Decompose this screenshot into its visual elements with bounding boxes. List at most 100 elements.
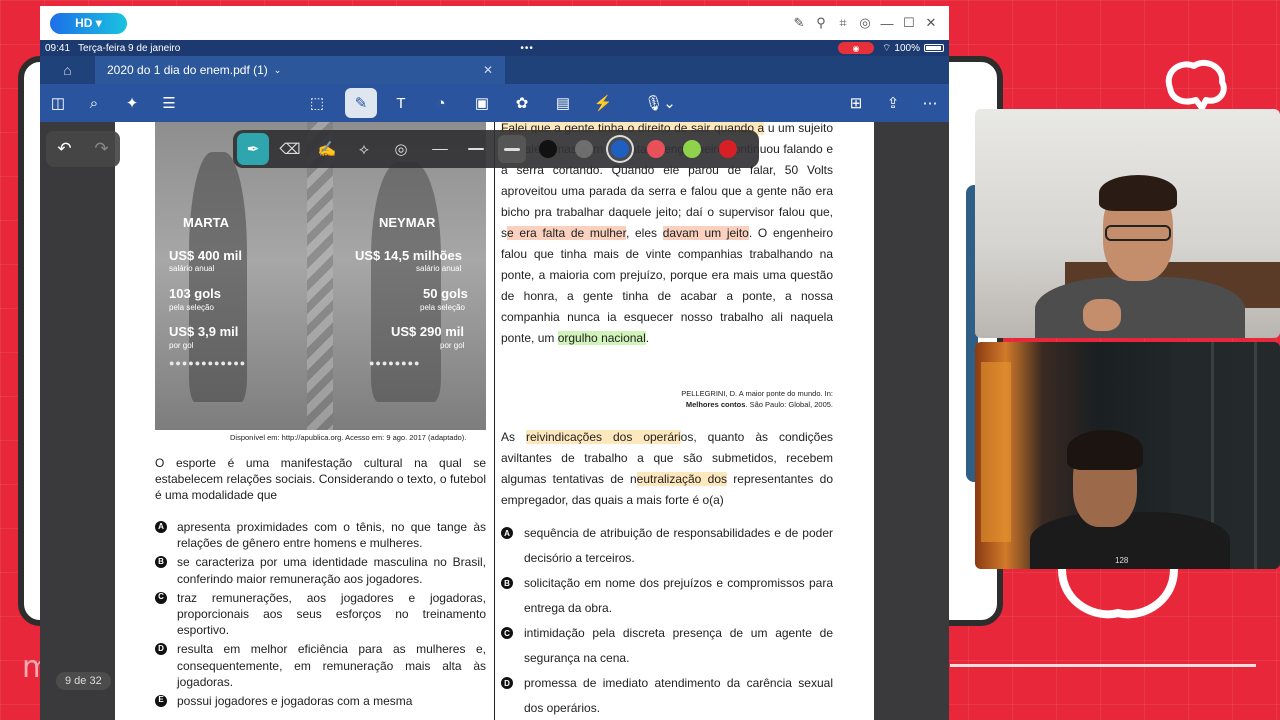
color-swatch-blue[interactable] <box>611 140 629 158</box>
document-viewer[interactable]: MARTA NEYMAR US$ 400 mil salário anual 1… <box>40 122 949 720</box>
title-bar: HD ▾ ✎ ⚲ ⌗ ◎ — ☐ ✕ <box>40 6 949 40</box>
notes-list-icon[interactable]: ☰ <box>155 91 183 115</box>
eraser-icon[interactable]: ⌫ <box>274 133 306 165</box>
crop-icon[interactable]: ⌗ <box>835 15 851 31</box>
left-option-e[interactable]: Epossui jogadores e jogadoras com a mesm… <box>155 693 486 709</box>
close-tab-icon[interactable]: ✕ <box>483 63 493 77</box>
option-letter: B <box>501 577 513 589</box>
figure-right-dots: ●●●●●●●● <box>369 358 421 368</box>
pen-icon[interactable]: ✒ <box>237 133 269 165</box>
pen-toolbar: ✒ ⌫ ✍ ⟡ ◎ <box>233 130 759 168</box>
add-page-icon[interactable]: ⊞ <box>842 91 870 115</box>
webcam-participant: 128 <box>975 342 1280 569</box>
line-width-thin[interactable] <box>426 148 454 150</box>
color-swatch-green[interactable] <box>683 140 701 158</box>
option-text: resulta em melhor eficiência para as mul… <box>177 642 486 689</box>
redo-icon[interactable]: ↷ <box>94 139 108 159</box>
hd-quality-button[interactable]: HD ▾ <box>50 12 127 34</box>
option-text: sequência de atribuição de responsabilid… <box>524 526 833 565</box>
figure-divider <box>307 122 333 430</box>
figure-right-salary: US$ 14,5 milhões <box>355 248 462 263</box>
left-question-options: Aapresenta proximidades com o tênis, no … <box>155 519 486 712</box>
minimize-icon[interactable]: — <box>879 16 895 31</box>
undo-icon[interactable]: ↶ <box>57 139 71 159</box>
pen-tool-icon[interactable]: ✎ <box>345 88 377 118</box>
right-option-d[interactable]: Dpromessa de imediato atendimento da car… <box>501 671 833 720</box>
figure-left-per-goal: US$ 3,9 mil <box>169 324 239 339</box>
webcam-presenter <box>975 109 1280 338</box>
sidebar-toggle-icon[interactable]: ◫ <box>44 91 72 115</box>
color-swatch-black[interactable] <box>539 140 557 158</box>
sticky-note-icon[interactable]: ▤ <box>549 91 577 115</box>
figure-right-name: NEYMAR <box>379 215 436 230</box>
figure-left-salary-sub: salário anual <box>169 264 215 273</box>
pin-icon[interactable]: ⚲ <box>813 15 829 31</box>
pdf-page: MARTA NEYMAR US$ 400 mil salário anual 1… <box>115 122 874 720</box>
tab-bar: ⌂ 2020 do 1 dia do enem.pdf (1) ⌄ ✕ <box>40 56 949 84</box>
color-swatch-red[interactable] <box>647 140 665 158</box>
home-icon[interactable]: ⌂ <box>40 62 95 78</box>
maximize-icon[interactable]: ☐ <box>901 15 917 31</box>
reference-line-1: PELLEGRINI, D. A maior ponte do mundo. I… <box>681 389 833 398</box>
lasso-select-icon[interactable]: ⬚ <box>303 91 331 115</box>
passage-body: . O engenheiro falou que tinha mais de v… <box>501 226 834 345</box>
edit-icon[interactable]: ✎ <box>791 15 807 31</box>
lasso-pen-icon[interactable]: ⟡ <box>348 133 380 165</box>
participant-body <box>1030 512 1230 569</box>
shirt-text: 128 <box>1115 556 1129 565</box>
stem-text: As <box>501 430 526 444</box>
audio-record-icon[interactable]: 🎙⌄ <box>640 91 680 115</box>
line-width-medium[interactable] <box>462 148 490 150</box>
color-swatch-gray[interactable] <box>575 140 593 158</box>
right-option-c[interactable]: Cintimidação pela discreta presença de u… <box>501 621 833 671</box>
highlight-neutralizacao: eutralização dos <box>636 472 727 486</box>
chevron-down-icon[interactable]: ⌄ <box>274 65 282 76</box>
option-letter: D <box>501 677 513 689</box>
figure-left-salary: US$ 400 mil <box>169 248 242 263</box>
close-icon[interactable]: ✕ <box>923 15 939 31</box>
search-icon[interactable]: ⌕ <box>80 91 108 115</box>
figure-left-name: MARTA <box>183 215 229 230</box>
passage-body: . <box>645 331 650 345</box>
more-dots-icon[interactable]: ••• <box>520 43 534 54</box>
option-letter: B <box>155 556 167 569</box>
left-option-b[interactable]: Bse caracteriza por uma identidade mascu… <box>155 554 486 586</box>
wifi-icon: ⌔ <box>882 42 892 54</box>
laser-pointer-icon[interactable]: ⚡ <box>589 91 617 115</box>
line-width-thick[interactable] <box>498 135 526 163</box>
ai-sparkle-icon[interactable]: ✦ <box>118 91 146 115</box>
date: Terça-feira 9 de janeiro <box>78 42 181 54</box>
more-icon[interactable]: ⋯ <box>916 91 944 115</box>
shapes-icon[interactable]: ◔ <box>427 91 455 115</box>
presenter-hand <box>1083 299 1121 331</box>
shape-recognition-icon[interactable]: ◎ <box>385 133 417 165</box>
stickers-icon[interactable]: ✿ <box>508 91 536 115</box>
right-option-b[interactable]: Bsolicitação em nome dos prejuízos e com… <box>501 571 833 621</box>
column-divider <box>494 122 495 720</box>
left-option-d[interactable]: Dresulta em melhor eficiência para as mu… <box>155 641 486 690</box>
battery-icon <box>924 44 944 52</box>
presenter-glasses <box>1105 225 1171 241</box>
image-icon[interactable]: ▣ <box>468 91 496 115</box>
figure-caption: Disponível em: http://apublica.org. Aces… <box>230 433 467 442</box>
battery-level: 100% <box>894 42 920 54</box>
color-swatch-dark-red[interactable] <box>719 140 737 158</box>
presenter-hair <box>1099 175 1177 211</box>
passage-reference: PELLEGRINI, D. A maior ponte do mundo. I… <box>635 388 833 411</box>
option-text: possui jogadores e jogadoras com a mesma <box>177 693 413 708</box>
figure-right-salary-sub: salário anual <box>416 264 462 273</box>
device-status-bar: 09:41 Terça-feira 9 de janeiro ••• ◉ ⌔ 1… <box>40 40 949 56</box>
target-icon[interactable]: ◎ <box>857 15 873 31</box>
left-option-c[interactable]: Ctraz remunerações, aos jogadores e joga… <box>155 590 486 639</box>
share-icon[interactable]: ⇪ <box>879 91 907 115</box>
highlighter-icon[interactable]: ✍ <box>311 133 343 165</box>
right-option-a[interactable]: Asequência de atribuição de responsabili… <box>501 521 833 571</box>
figure-right-goals: 50 gols <box>423 286 468 301</box>
recording-indicator-icon: ◉ <box>838 42 875 54</box>
text-box-icon[interactable]: T <box>387 91 415 115</box>
window-controls: ✎ ⚲ ⌗ ◎ — ☐ ✕ <box>791 15 939 31</box>
document-tab[interactable]: 2020 do 1 dia do enem.pdf (1) ⌄ ✕ <box>95 56 505 84</box>
clock: 09:41 <box>45 42 71 54</box>
left-option-a[interactable]: Aapresenta proximidades com o tênis, no … <box>155 519 486 551</box>
figure-left-goals-sub: pela seleção <box>169 303 214 312</box>
